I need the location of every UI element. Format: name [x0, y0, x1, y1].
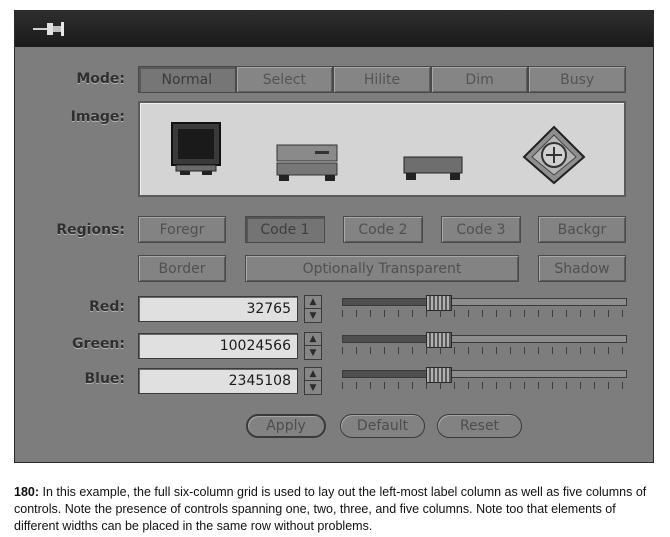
arrow-up-icon[interactable]: ▲ — [305, 296, 321, 309]
image-label: Image: — [70, 109, 125, 125]
monitor-icon — [171, 122, 221, 175]
red-label: Red: — [89, 299, 125, 315]
arrow-down-icon[interactable]: ▼ — [305, 346, 321, 359]
tab-normal[interactable]: Normal — [138, 66, 236, 93]
blue-slider[interactable] — [342, 367, 627, 392]
green-slider[interactable] — [342, 332, 627, 357]
color-editor-window: Mode: Normal Select Hilite Dim Busy Imag… — [14, 10, 654, 463]
red-slider-track[interactable] — [342, 295, 627, 311]
regions-label: Regions: — [56, 222, 125, 238]
green-spinner[interactable]: ▲ ▼ — [304, 332, 322, 360]
caption-text: In this example, the full six-column gri… — [14, 485, 647, 533]
red-slider-fill — [343, 299, 440, 305]
region-shadow-button[interactable]: Shadow — [538, 255, 626, 282]
red-slider-ticks — [342, 310, 627, 317]
drive-icon — [276, 144, 338, 181]
green-slider-track[interactable] — [342, 332, 627, 348]
blue-slider-ticks — [342, 382, 627, 389]
region-code3-button[interactable]: Code 3 — [441, 216, 521, 243]
arrow-down-icon[interactable]: ▼ — [305, 381, 321, 394]
tab-select[interactable]: Select — [235, 66, 334, 93]
arrow-up-icon[interactable]: ▲ — [305, 333, 321, 346]
title-bar — [15, 11, 653, 47]
region-code1-button[interactable]: Code 1 — [245, 216, 325, 243]
blue-slider-track[interactable] — [342, 367, 627, 383]
tab-busy[interactable]: Busy — [528, 66, 626, 93]
pushpin-icon[interactable] — [33, 20, 67, 38]
blue-value-field[interactable]: 2345108 — [138, 368, 298, 394]
reset-button[interactable]: Reset — [437, 414, 522, 438]
flat-box-icon — [403, 156, 463, 180]
compass-icon — [522, 125, 586, 185]
red-spinner[interactable]: ▲ ▼ — [304, 295, 322, 323]
tab-hilite[interactable]: Hilite — [333, 66, 431, 93]
mode-label: Mode: — [76, 71, 125, 87]
region-border-button[interactable]: Border — [138, 255, 226, 282]
blue-slider-thumb[interactable] — [426, 367, 453, 383]
default-button[interactable]: Default — [340, 414, 425, 438]
blue-slider-fill — [343, 371, 440, 377]
blue-spinner[interactable]: ▲ ▼ — [304, 367, 322, 395]
red-slider-thumb[interactable] — [426, 295, 453, 311]
region-code2-button[interactable]: Code 2 — [343, 216, 423, 243]
blue-label: Blue: — [84, 371, 125, 387]
green-value-field[interactable]: 10024566 — [138, 333, 298, 359]
mode-tabs: Normal Select Hilite Dim Busy — [138, 66, 626, 93]
green-label: Green: — [72, 336, 125, 352]
green-slider-thumb[interactable] — [426, 332, 453, 348]
figure-caption: 180: In this example, the full six-colum… — [14, 484, 660, 535]
red-value-field[interactable]: 32765 — [138, 296, 298, 322]
arrow-down-icon[interactable]: ▼ — [305, 309, 321, 322]
arrow-up-icon[interactable]: ▲ — [305, 368, 321, 381]
region-backgr-button[interactable]: Backgr — [538, 216, 626, 243]
tab-dim[interactable]: Dim — [430, 66, 529, 93]
green-slider-ticks — [342, 347, 627, 354]
red-slider[interactable] — [342, 295, 627, 320]
image-preview-panel — [138, 101, 626, 197]
apply-button[interactable]: Apply — [246, 414, 326, 438]
region-transparent-button[interactable]: Optionally Transparent — [245, 255, 519, 282]
caption-number: 180: — [14, 485, 40, 499]
green-slider-fill — [343, 336, 440, 342]
region-foregr-button[interactable]: Foregr — [138, 216, 226, 243]
